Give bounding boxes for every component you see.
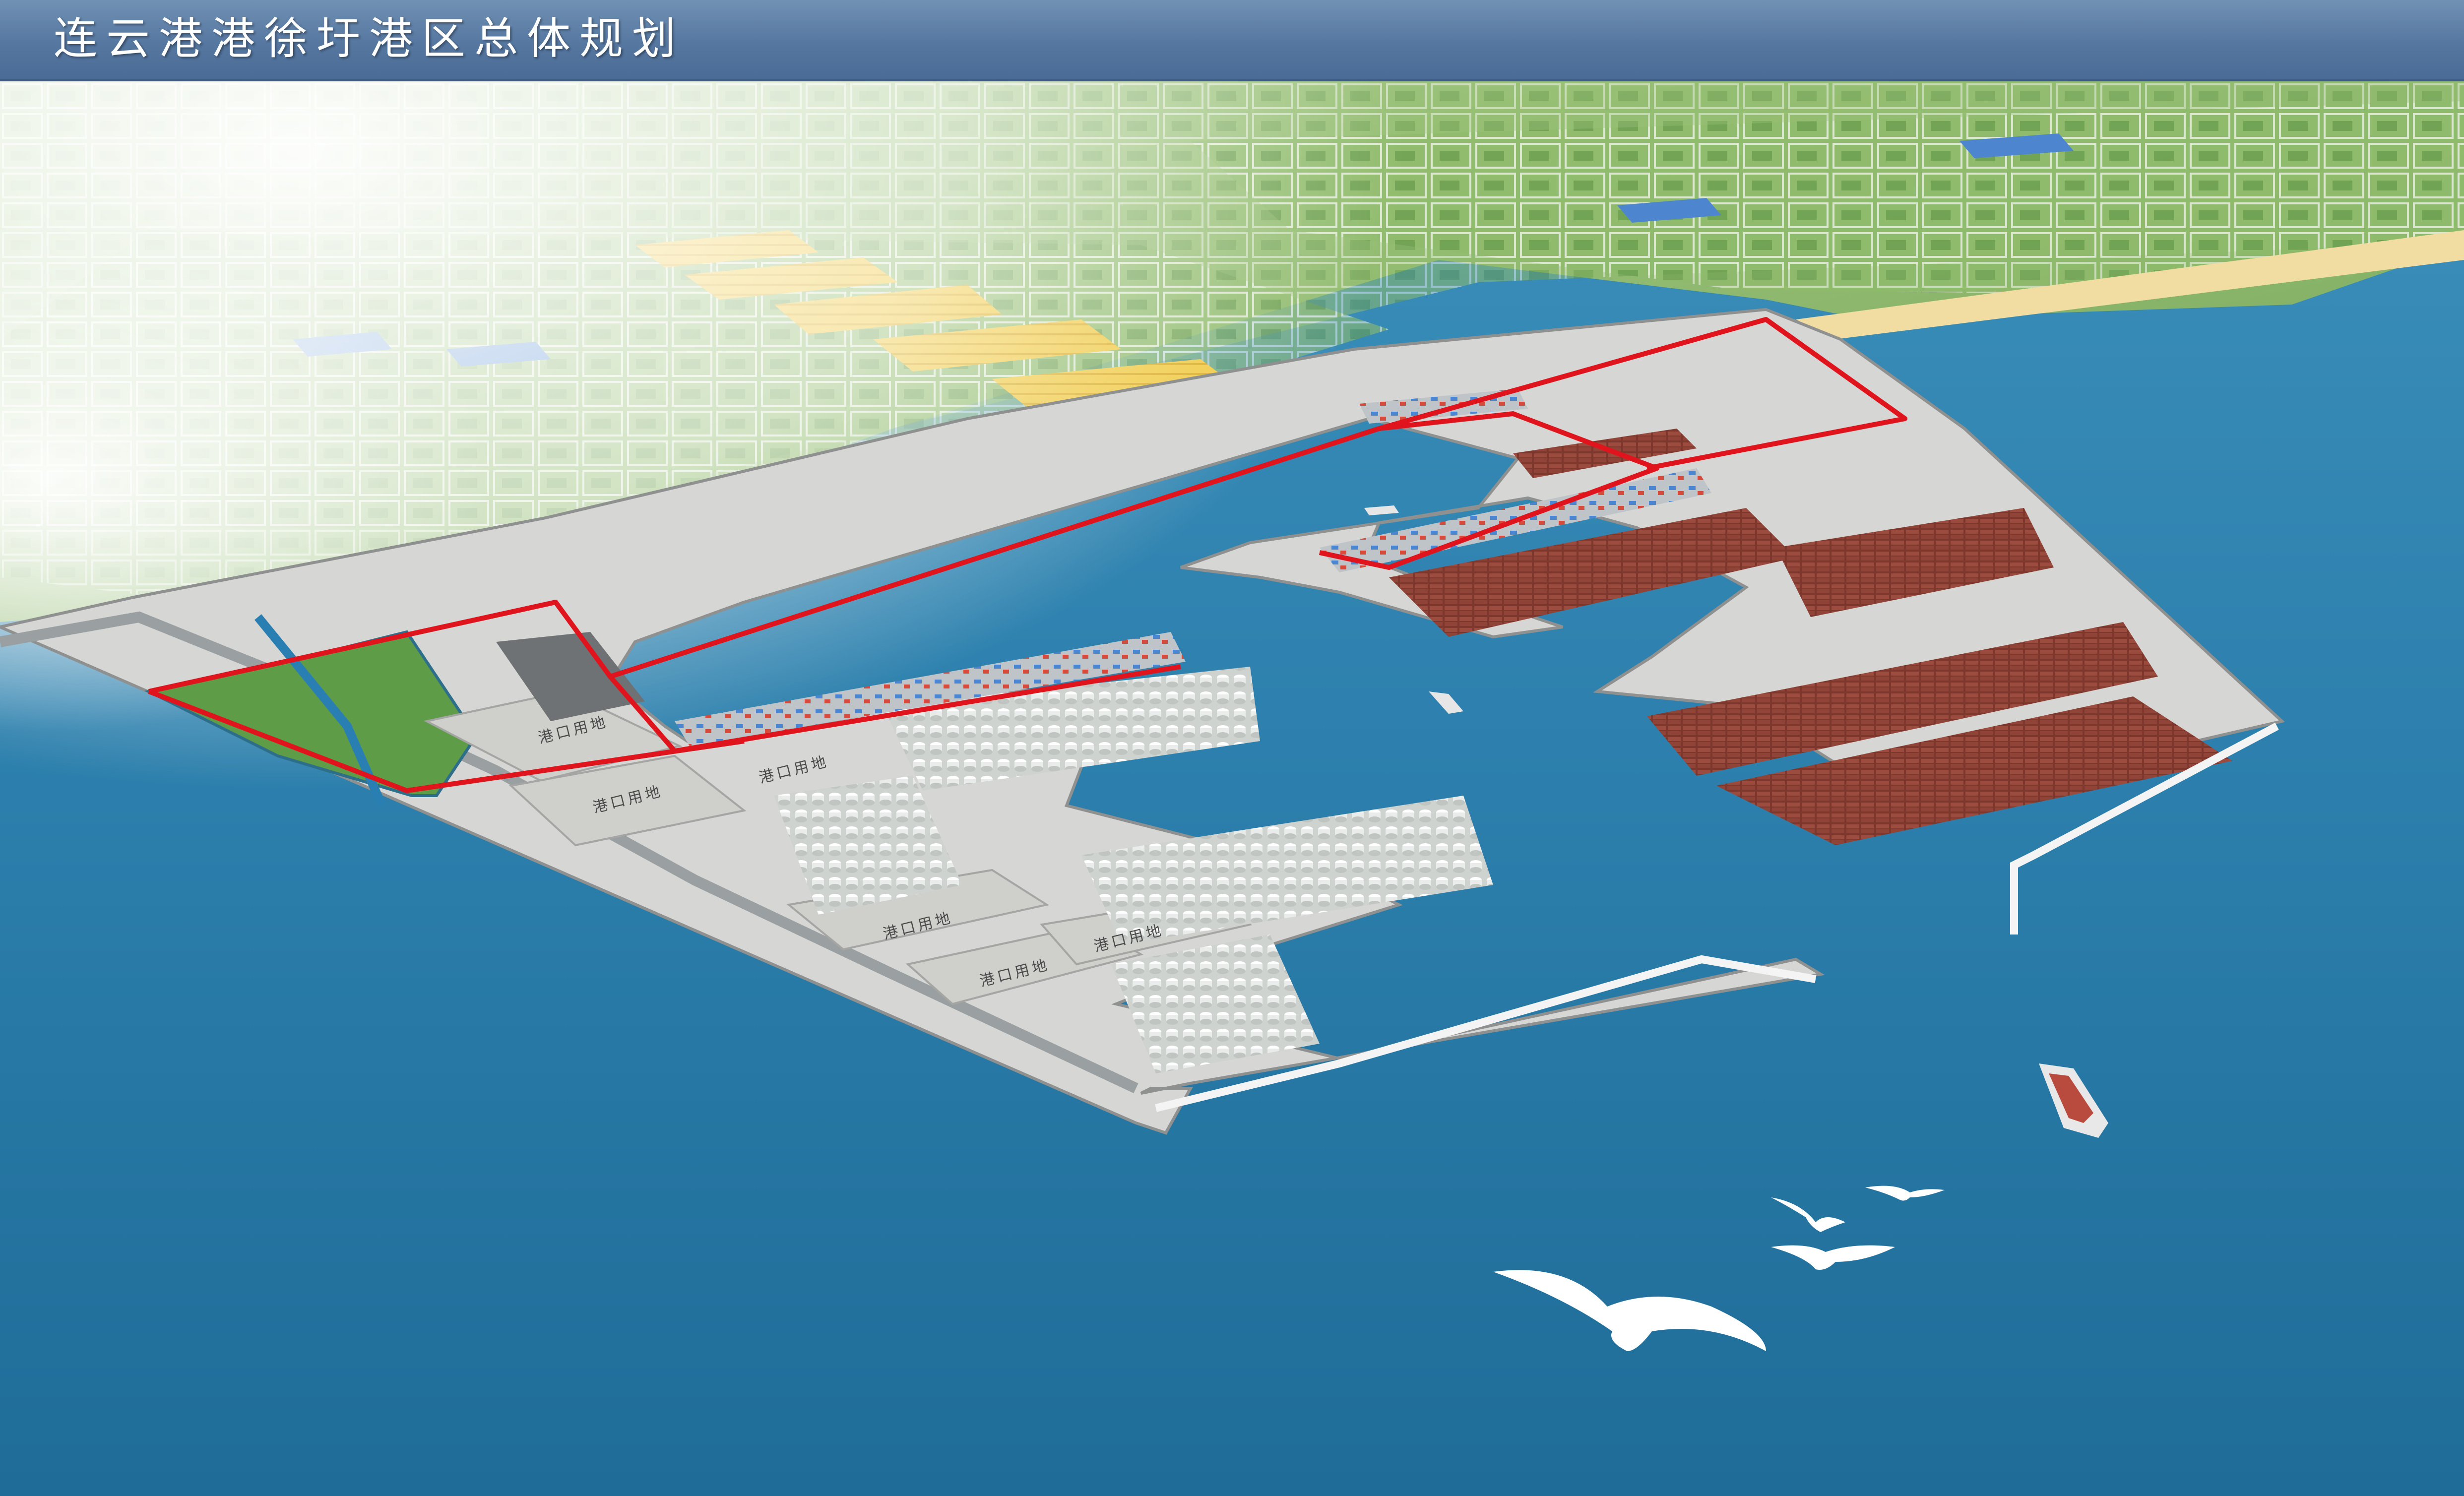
page-title: 连云港港徐圩港区总体规划 (54, 13, 685, 64)
port-aerial-illustration (0, 81, 2464, 1496)
title-bar: 连云港港徐圩港区总体规划 (0, 0, 2464, 81)
